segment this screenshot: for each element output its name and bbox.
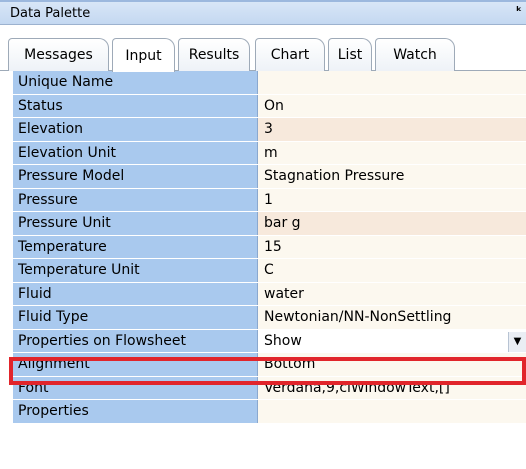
property-row[interactable]: Pressure 1 bbox=[13, 188, 526, 212]
property-name: Font bbox=[13, 376, 258, 399]
property-row[interactable]: Font Verdana,9,clWindowText,[] bbox=[13, 376, 526, 400]
property-row[interactable]: Temperature 15 bbox=[13, 235, 526, 259]
property-name: Properties on Flowsheet bbox=[13, 329, 258, 352]
property-name: Temperature bbox=[13, 235, 258, 258]
property-row[interactable]: Pressure Unit bar g bbox=[13, 212, 526, 236]
property-row[interactable]: Elevation 3 bbox=[13, 118, 526, 142]
property-value[interactable]: bar g bbox=[258, 212, 526, 235]
tab-label: Chart bbox=[270, 47, 310, 63]
property-name: Elevation Unit bbox=[13, 141, 258, 164]
property-name: Elevation bbox=[13, 118, 258, 141]
panel-titlebar: Data Palette ᵏ bbox=[0, 0, 526, 25]
property-value[interactable]: m bbox=[258, 141, 526, 164]
tab-label: Messages bbox=[24, 47, 93, 63]
property-name: Properties bbox=[13, 400, 258, 423]
tab-input[interactable]: Input bbox=[112, 38, 175, 72]
property-name: Alignment bbox=[13, 353, 258, 376]
property-value[interactable]: Stagnation Pressure bbox=[258, 165, 526, 188]
chevron-down-icon[interactable]: ▼ bbox=[508, 331, 526, 352]
property-name: Pressure bbox=[13, 188, 258, 211]
property-name: Fluid bbox=[13, 282, 258, 305]
property-name: Pressure Unit bbox=[13, 212, 258, 235]
tab-label: List bbox=[337, 47, 363, 63]
property-value[interactable]: Newtonian/NN-NonSettling bbox=[258, 306, 526, 329]
tab-strip: Messages Input Results Chart List Watch bbox=[0, 25, 526, 72]
tab-watch[interactable]: Watch bbox=[375, 38, 455, 71]
property-value-dropdown[interactable]: Show ▼ bbox=[258, 329, 526, 352]
tab-label: Watch bbox=[393, 47, 437, 63]
tab-results[interactable]: Results bbox=[178, 38, 250, 71]
property-name: Unique Name bbox=[13, 71, 258, 94]
property-value[interactable]: On bbox=[258, 94, 526, 117]
property-row[interactable]: Pressure Model Stagnation Pressure bbox=[13, 165, 526, 189]
tab-label: Results bbox=[188, 47, 240, 63]
property-value[interactable]: 3 bbox=[258, 118, 526, 141]
property-value[interactable] bbox=[258, 71, 526, 94]
property-value[interactable]: 15 bbox=[258, 235, 526, 258]
dropdown-value: Show bbox=[264, 332, 302, 349]
tab-label: Input bbox=[125, 47, 162, 64]
tab-messages[interactable]: Messages bbox=[8, 38, 109, 71]
property-row[interactable]: Fluid water bbox=[13, 282, 526, 306]
property-name: Status bbox=[13, 94, 258, 117]
pin-icon[interactable]: ᵏ bbox=[516, 4, 522, 18]
property-row[interactable]: Properties bbox=[13, 400, 526, 424]
property-value[interactable]: 1 bbox=[258, 188, 526, 211]
property-value[interactable]: C bbox=[258, 259, 526, 282]
property-value[interactable]: Verdana,9,clWindowText,[] bbox=[258, 376, 526, 399]
property-row[interactable]: Fluid Type Newtonian/NN-NonSettling bbox=[13, 306, 526, 330]
tab-list[interactable]: List bbox=[328, 38, 372, 71]
property-row[interactable]: Alignment Bottom bbox=[13, 353, 526, 377]
property-name: Temperature Unit bbox=[13, 259, 258, 282]
property-name: Fluid Type bbox=[13, 306, 258, 329]
property-row-selected[interactable]: Properties on Flowsheet Show ▼ bbox=[13, 329, 526, 353]
property-value[interactable]: water bbox=[258, 282, 526, 305]
property-row[interactable]: Elevation Unit m bbox=[13, 141, 526, 165]
property-name: Pressure Model bbox=[13, 165, 258, 188]
property-value[interactable] bbox=[258, 400, 526, 423]
property-row[interactable]: Status On bbox=[13, 94, 526, 118]
property-row[interactable]: Temperature Unit C bbox=[13, 259, 526, 283]
tab-chart[interactable]: Chart bbox=[255, 38, 325, 71]
property-grid: Unique Name Status On Elevation 3 Elevat… bbox=[13, 71, 526, 424]
panel-title: Data Palette bbox=[10, 6, 91, 21]
property-row[interactable]: Unique Name bbox=[13, 71, 526, 95]
property-value[interactable]: Bottom bbox=[258, 353, 526, 376]
